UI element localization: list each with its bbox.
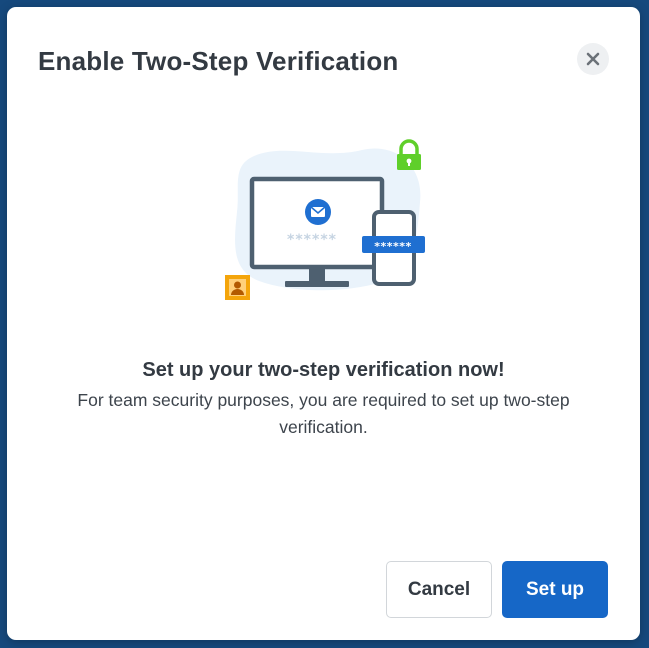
two-step-dialog: Enable Two-Step Verification ****** ****…	[7, 7, 640, 640]
lock-icon	[397, 139, 421, 170]
close-button[interactable]	[577, 43, 609, 75]
dialog-body-text: For team security purposes, you are requ…	[77, 390, 570, 437]
close-icon	[586, 52, 600, 66]
dialog-title: Enable Two-Step Verification	[38, 46, 399, 76]
monitor-password-mask: ******	[287, 232, 337, 248]
dialog-heading: Set up your two-step verification now!	[142, 359, 505, 381]
user-icon	[225, 275, 250, 300]
cancel-button[interactable]: Cancel	[386, 561, 492, 618]
phone-password-mask: ******	[374, 240, 412, 253]
two-step-illustration: ****** ******	[225, 139, 425, 300]
email-icon	[305, 199, 331, 225]
setup-button[interactable]: Set up	[502, 561, 608, 618]
